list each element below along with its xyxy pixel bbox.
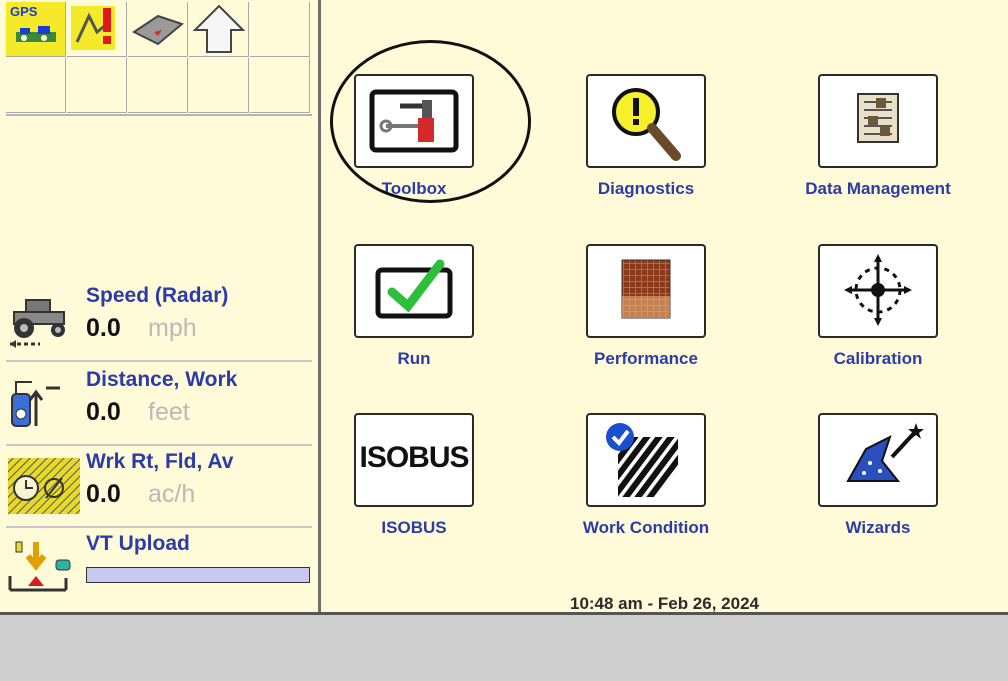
- run-checkmark-icon: [375, 259, 453, 319]
- vt-upload-icon: [8, 541, 71, 592]
- speed-value: 0.0: [86, 314, 121, 342]
- toolbox-label: Toolbox: [381, 179, 447, 198]
- implement-icon: [132, 14, 185, 46]
- work-rate-icon: [8, 458, 80, 514]
- distance-icon: [11, 381, 60, 427]
- status-slot-empty: [6, 58, 66, 113]
- diagnostics-label: Diagnostics: [597, 179, 695, 198]
- calibration-button[interactable]: [818, 244, 938, 338]
- menu-tile-diagnostics[interactable]: Diagnostics: [553, 74, 739, 228]
- date-time: 10:48 am - Feb 26, 2024: [569, 594, 759, 613]
- status-slot-empty: [189, 58, 249, 113]
- distance-value: 0.0: [86, 398, 121, 426]
- data-management-button[interactable]: [818, 74, 938, 168]
- tractor-speed-icon: [10, 299, 65, 348]
- bottom-bar: [0, 612, 1008, 681]
- menu-tile-toolbox[interactable]: Toolbox: [321, 74, 507, 228]
- menu-tile-data-management[interactable]: Data Management: [785, 74, 971, 228]
- work-condition-button[interactable]: [586, 413, 706, 507]
- isobus-button[interactable]: ISOBUS: [354, 413, 474, 507]
- toolbox-icon: [369, 89, 459, 153]
- sidebar: GPS Speed (Radar) 0.0 mph Distance, Work…: [0, 0, 321, 612]
- gps-status-indicator[interactable]: GPS: [6, 2, 66, 57]
- status-slot-empty: [250, 2, 310, 57]
- performance-button[interactable]: [586, 244, 706, 338]
- data-management-icon: [857, 93, 899, 143]
- vt-upload-progress-bar: [86, 567, 310, 583]
- performance-label: Performance: [594, 349, 698, 368]
- calibration-crosshair-icon: [844, 254, 912, 326]
- work-rate-value: 0.0: [86, 480, 121, 508]
- divider: [6, 444, 312, 446]
- gps-label: GPS: [10, 4, 38, 19]
- upload-status-indicator[interactable]: [189, 2, 249, 57]
- run-button[interactable]: [354, 244, 474, 338]
- work-condition-icon: [606, 423, 678, 497]
- implement-status-indicator[interactable]: [128, 2, 188, 57]
- status-slot-empty: [250, 58, 310, 113]
- vt-upload-label: VT Upload: [86, 532, 190, 555]
- isobus-label: ISOBUS: [381, 518, 447, 537]
- speed-label: Speed (Radar): [86, 284, 229, 307]
- divider: [6, 360, 312, 362]
- diagnostics-button[interactable]: [586, 74, 706, 168]
- divider: [6, 526, 312, 528]
- work-rate-label: Wrk Rt, Fld, Av: [86, 450, 234, 473]
- toolbox-button[interactable]: [354, 74, 474, 168]
- vt-upload-status[interactable]: VT Upload: [6, 530, 312, 610]
- main-menu: Toolbox Diagnostics Data Management Run …: [321, 0, 1008, 612]
- run-label: Run: [397, 349, 431, 368]
- menu-tile-isobus[interactable]: ISOBUS ISOBUS: [321, 413, 507, 567]
- wizards-label: Wizards: [845, 518, 911, 537]
- menu-tile-calibration[interactable]: Calibration: [785, 244, 971, 398]
- distance-unit: feet: [148, 398, 190, 426]
- wizard-hat-icon: [846, 423, 924, 482]
- performance-grid-icon: [621, 259, 671, 319]
- divider: [6, 114, 312, 116]
- distance-label: Distance, Work: [86, 368, 238, 391]
- status-slot-empty: [128, 58, 188, 113]
- data-management-label: Data Management: [805, 179, 951, 198]
- isobus-icon: ISOBUS: [359, 441, 469, 474]
- field-warning-icon: [71, 6, 115, 50]
- work-condition-label: Work Condition: [582, 518, 710, 537]
- status-slot-empty: [67, 58, 127, 113]
- menu-tile-run[interactable]: Run: [321, 244, 507, 398]
- speed-unit: mph: [148, 314, 197, 342]
- warning-status-indicator[interactable]: [67, 2, 127, 57]
- calibration-label: Calibration: [833, 349, 923, 368]
- speed-readout[interactable]: Speed (Radar) 0.0 mph: [6, 282, 312, 362]
- diagnostics-magnifier-icon: [612, 88, 681, 161]
- work-rate-unit: ac/h: [148, 480, 196, 508]
- menu-tile-work-condition[interactable]: Work Condition: [553, 413, 739, 567]
- menu-tile-performance[interactable]: Performance: [553, 244, 739, 398]
- wizards-button[interactable]: [818, 413, 938, 507]
- distance-readout[interactable]: Distance, Work 0.0 feet: [6, 366, 312, 446]
- gps-satellite-icon: [16, 26, 56, 42]
- status-icon-grid: GPS: [6, 2, 312, 114]
- display-screen: GPS Speed (Radar) 0.0 mph Distance, Work…: [0, 0, 1008, 681]
- work-rate-readout[interactable]: Wrk Rt, Fld, Av 0.0 ac/h: [6, 448, 312, 528]
- menu-tile-wizards[interactable]: Wizards: [785, 413, 971, 567]
- up-arrow-icon: [192, 4, 246, 53]
